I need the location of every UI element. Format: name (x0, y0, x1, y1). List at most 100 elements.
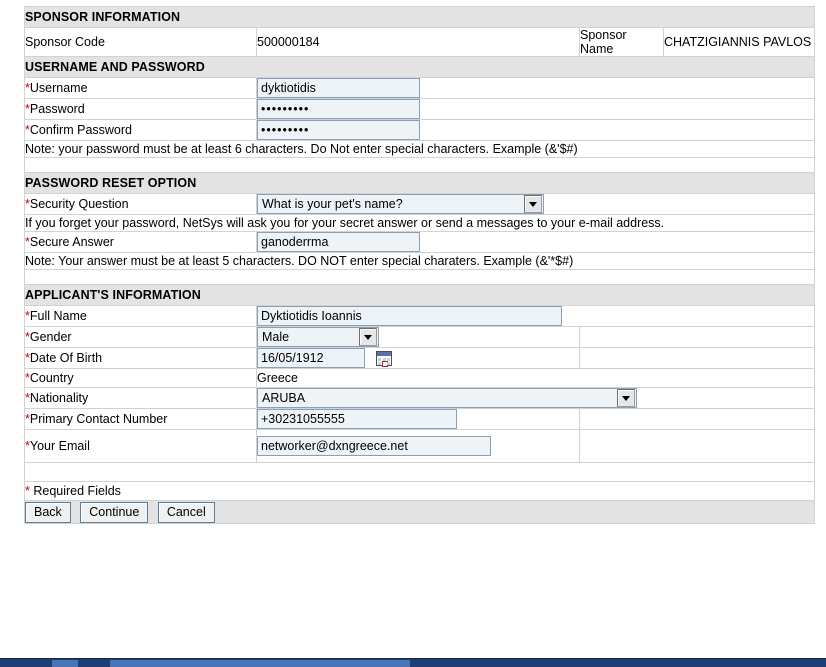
secure-answer-input[interactable] (257, 232, 420, 252)
security-question-value: What is your pet's name? (262, 197, 403, 211)
cell-gender-empty (578, 326, 816, 348)
cell-full-name (255, 305, 816, 327)
label-username: *Username (24, 77, 257, 99)
table-row-secure-answer: *Secure Answer (24, 231, 816, 253)
primary-contact-number-input[interactable] (257, 409, 457, 429)
table-row-gender: *Gender Male (24, 326, 816, 348)
cell-phone-empty (578, 408, 816, 430)
cell-gender: Male (256, 326, 580, 348)
table-row-password: *Password (24, 98, 816, 120)
section-header-row-reset: PASSWORD RESET OPTION (23, 172, 816, 194)
label-nationality-text: Nationality (29, 391, 89, 405)
security-question-select[interactable]: What is your pet's name? (257, 194, 544, 214)
label-sponsor-code: Sponsor Code (24, 27, 257, 57)
table-row-nationality: *Nationality ARUBA (24, 387, 816, 409)
spacer-cell (23, 462, 816, 482)
password-input[interactable] (257, 99, 420, 119)
confirm-password-input[interactable] (257, 120, 420, 140)
nationality-value: ARUBA (262, 391, 306, 405)
cell-secure-answer (255, 231, 816, 253)
label-secure-answer: *Secure Answer (24, 231, 257, 253)
cell-confirm-password (255, 119, 816, 141)
hint-password-reset: If you forget your password, NetSys will… (23, 214, 816, 232)
username-input[interactable] (257, 78, 420, 98)
label-username-text: Username (29, 81, 88, 95)
label-date-of-birth-text: Date Of Birth (29, 351, 103, 365)
label-your-email: *Your Email (24, 429, 257, 463)
label-full-name: *Full Name (24, 305, 257, 327)
label-full-name-text: Full Name (29, 309, 87, 323)
section-title-reset: PASSWORD RESET OPTION (23, 172, 816, 194)
table-row-reset-hint: If you forget your password, NetSys will… (23, 214, 816, 232)
table-row-username: *Username (24, 77, 816, 99)
full-name-input[interactable] (257, 306, 562, 326)
label-security-question: *Security Question (24, 193, 257, 215)
cancel-button[interactable]: Cancel (157, 501, 215, 523)
label-date-of-birth: *Date Of Birth (24, 347, 257, 369)
cell-dob-empty (578, 347, 816, 369)
registration-table: SPONSOR INFORMATION Sponsor Code 5000001… (23, 6, 816, 524)
label-primary-contact-number: *Primary Contact Number (24, 408, 257, 430)
label-nationality: *Nationality (24, 387, 257, 409)
label-sponsor-name: Sponsor Name (579, 27, 664, 57)
value-country: Greece (255, 368, 816, 388)
taskbar-item-1[interactable] (52, 660, 78, 667)
chevron-down-icon[interactable] (524, 195, 542, 213)
cell-security-question: What is your pet's name? (255, 193, 816, 215)
table-row-password-note: Note: your password must be at least 6 c… (23, 140, 816, 158)
section-header-row-sponsor: SPONSOR INFORMATION (23, 6, 816, 28)
section-title-sponsor: SPONSOR INFORMATION (23, 6, 816, 28)
label-password: *Password (24, 98, 257, 120)
your-email-input[interactable] (257, 436, 491, 456)
registration-form: SPONSOR INFORMATION Sponsor Code 5000001… (23, 6, 816, 524)
spacer-row-3 (23, 462, 816, 482)
label-secure-answer-text: Secure Answer (29, 235, 114, 249)
required-asterisk: * (25, 484, 30, 498)
label-country: *Country (24, 368, 257, 388)
footer-required-row: * Required Fields (23, 481, 816, 501)
label-country-text: Country (29, 371, 74, 385)
date-of-birth-input[interactable] (257, 348, 365, 368)
table-row-sponsor-code: Sponsor Code 500000184 Sponsor Name CHAT… (24, 27, 816, 57)
continue-button[interactable]: Continue (80, 501, 149, 523)
label-confirm-password: *Confirm Password (24, 119, 257, 141)
chevron-down-icon[interactable] (617, 389, 635, 407)
table-row-country: *Country Greece (24, 368, 816, 388)
registration-page: SPONSOR INFORMATION Sponsor Code 5000001… (0, 0, 826, 667)
label-password-text: Password (29, 102, 85, 116)
button-bar: Back Continue Cancel (23, 500, 816, 524)
footer-button-row: Back Continue Cancel (23, 500, 816, 524)
spacer-cell (23, 269, 816, 285)
table-row-security-question: *Security Question What is your pet's na… (24, 193, 816, 215)
cell-date-of-birth (256, 347, 580, 369)
taskbar[interactable] (0, 658, 826, 667)
label-security-question-text: Security Question (29, 197, 129, 211)
table-row-confirm-password: *Confirm Password (24, 119, 816, 141)
gender-select[interactable]: Male (257, 327, 379, 347)
label-your-email-text: Your Email (29, 439, 90, 453)
chevron-down-icon[interactable] (359, 328, 377, 346)
required-fields-note: * Required Fields (23, 481, 816, 501)
label-gender-text: Gender (29, 330, 72, 344)
table-row-secure-answer-note: Note: Your answer must be at least 5 cha… (23, 252, 816, 270)
taskbar-item-2[interactable] (110, 660, 410, 667)
calendar-icon[interactable] (376, 351, 393, 368)
nationality-select[interactable]: ARUBA (257, 388, 637, 408)
section-header-row-applicant: APPLICANT'S INFORMATION (23, 284, 816, 306)
value-sponsor-name: CHATZIGIANNIS PAVLOS (662, 27, 816, 57)
label-confirm-password-text: Confirm Password (29, 123, 132, 137)
cell-primary-contact-number (256, 408, 580, 430)
table-row-dob: *Date Of Birth (24, 347, 816, 369)
label-gender: *Gender (24, 326, 257, 348)
section-header-row-credentials: USERNAME AND PASSWORD (23, 56, 816, 78)
table-row-email: *Your Email (24, 429, 816, 463)
back-button[interactable]: Back (25, 501, 71, 523)
cell-username (255, 77, 816, 99)
cell-password (255, 98, 816, 120)
label-primary-contact-number-text: Primary Contact Number (29, 412, 168, 426)
cell-email-empty (578, 429, 816, 463)
table-row-phone: *Primary Contact Number (24, 408, 816, 430)
gender-value: Male (262, 330, 290, 344)
note-password: Note: your password must be at least 6 c… (23, 140, 816, 158)
note-secure-answer: Note: Your answer must be at least 5 cha… (23, 252, 816, 270)
